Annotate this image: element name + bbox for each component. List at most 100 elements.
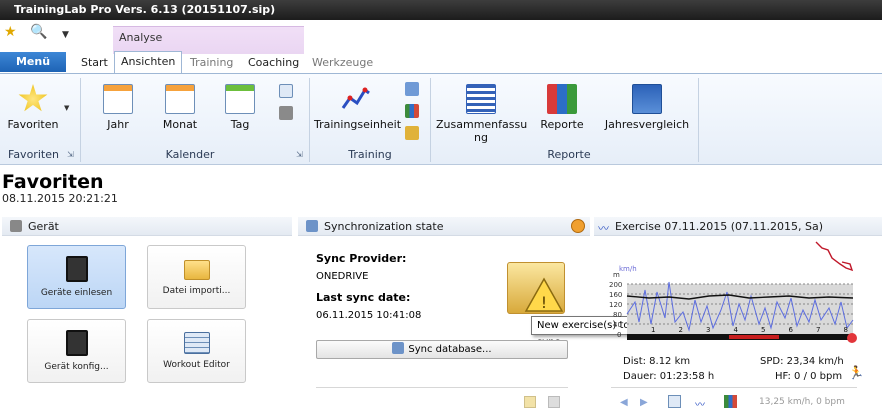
bar-chart-icon[interactable] xyxy=(724,395,737,408)
sync-database-button[interactable]: Sync database... xyxy=(316,340,568,359)
warning-sync-icon[interactable]: ! xyxy=(507,262,565,314)
workout-editor-tile[interactable]: Workout Editor xyxy=(147,319,246,383)
geraet-konfig-tile[interactable]: Gerät konfig... xyxy=(27,319,126,383)
datei-importieren-tile[interactable]: Datei importi... xyxy=(147,245,246,309)
last-sync-label: Last sync date: xyxy=(316,291,411,304)
tab-werkzeuge[interactable]: Werkzeuge xyxy=(306,53,379,73)
jahresvergleich-button[interactable]: Jahresvergleich xyxy=(604,84,690,131)
favoriten-label: Favoriten xyxy=(7,118,59,131)
tag-label: Tag xyxy=(230,118,250,131)
arrow-right-icon[interactable]: ▶ xyxy=(640,397,648,408)
list-chart-icon[interactable] xyxy=(405,82,419,96)
edit-icon[interactable] xyxy=(524,396,536,408)
clock-icon[interactable] xyxy=(571,219,585,233)
context-tab-label: Analyse xyxy=(119,31,163,44)
jahr-button[interactable]: Jahr xyxy=(98,84,138,131)
star-icon xyxy=(18,84,48,112)
zusammenfassung-button[interactable]: Zusammenfassu ng xyxy=(436,84,528,144)
dialog-launcher-icon[interactable]: ⇲ xyxy=(296,150,303,159)
chart-label-m: m xyxy=(613,271,620,279)
folder-icon xyxy=(183,260,210,280)
notes-icon[interactable] xyxy=(279,106,293,120)
list-view-icon[interactable] xyxy=(279,84,293,98)
tab-ansichten[interactable]: Ansichten xyxy=(114,51,183,74)
device-config-icon xyxy=(65,330,88,356)
geraet-header-label: Gerät xyxy=(28,220,59,233)
group-separator xyxy=(80,78,81,162)
sync-icon xyxy=(392,342,405,354)
tab-coaching[interactable]: Coaching xyxy=(242,53,305,73)
divider xyxy=(316,387,568,388)
workout-editor-label: Workout Editor xyxy=(163,360,230,370)
chevron-down-icon[interactable]: ▼ xyxy=(62,28,69,42)
chart-label-kmh: km/h xyxy=(619,265,637,273)
chart-tick-0: 0 xyxy=(617,331,621,339)
training-chart-icon xyxy=(341,84,371,114)
chart-tick-160: 160 xyxy=(609,291,622,299)
device-read-icon xyxy=(65,256,88,282)
list-view-icon[interactable] xyxy=(668,395,681,408)
datei-importieren-label: Datei importi... xyxy=(162,286,231,296)
distance-stat: Dist: 8.12 km xyxy=(623,356,691,367)
geraet-panel-header: Gerät xyxy=(2,217,292,236)
group-separator xyxy=(698,78,699,162)
window-title: TrainingLab Pro Vers. 6.13 (20151107.sip… xyxy=(14,3,276,16)
monat-label: Monat xyxy=(162,118,198,131)
exercise-chart-icon: 〰 xyxy=(598,222,609,235)
chart-end-marker xyxy=(847,333,857,343)
favoriten-button[interactable]: Favoriten xyxy=(6,84,60,131)
last-sync-value: 06.11.2015 10:41:08 xyxy=(316,310,422,321)
chart-x-tick-label: 7 xyxy=(816,326,820,334)
chart-x-tick-label: 2 xyxy=(679,326,683,334)
summary-report-icon xyxy=(466,84,496,114)
group-label-reporte: Reporte xyxy=(547,148,591,161)
chevron-down-icon[interactable]: ▼ xyxy=(64,104,69,112)
dialog-launcher-icon[interactable]: ⇲ xyxy=(67,150,74,159)
exercise-header-label: Exercise 07.11.2015 (07.11.2015, Sa) xyxy=(615,220,824,233)
workout-editor-icon xyxy=(183,332,210,354)
copy-icon[interactable] xyxy=(548,396,560,408)
group-separator xyxy=(430,78,431,162)
window-title-bar: TrainingLab Pro Vers. 6.13 (20151107.sip… xyxy=(0,0,882,20)
svg-text:!: ! xyxy=(541,293,547,312)
sync-panel-header: Synchronization state xyxy=(298,217,590,236)
page-date: 08.11.2015 20:21:21 xyxy=(2,192,118,205)
chart-x-tick-label: 3 xyxy=(706,326,710,334)
group-separator xyxy=(309,78,310,162)
sync-icon xyxy=(306,220,318,232)
monat-button[interactable]: Monat xyxy=(158,84,202,131)
chart-x-tick-label: 4 xyxy=(734,326,739,334)
sync-provider-label: Sync Provider: xyxy=(316,252,407,265)
status-readout: 13,25 km/h, 0 bpm xyxy=(759,397,845,407)
zusammenfassung-label-2: ng xyxy=(474,131,488,144)
arrow-left-icon[interactable]: ◀ xyxy=(620,397,628,408)
sync-provider-value: ONEDRIVE xyxy=(316,271,369,282)
chart-tick-80: 80 xyxy=(613,311,622,319)
chart-tick-200: 200 xyxy=(609,281,622,289)
runner-icon: 🏃 xyxy=(848,366,865,381)
search-icon[interactable]: 🔍 xyxy=(30,25,47,39)
chart-x-tick-label: 1 xyxy=(651,326,655,334)
chart-tick-40: 40 xyxy=(613,321,622,329)
geraet-konfig-label: Gerät konfig... xyxy=(44,362,109,372)
tag-button[interactable]: Tag xyxy=(222,84,258,131)
context-tab-group: Analyse xyxy=(113,26,304,54)
bar-chart-icon[interactable] xyxy=(405,104,419,118)
report-chart-icon xyxy=(547,84,577,114)
geraete-einlesen-tile[interactable]: Geräte einlesen xyxy=(27,245,126,309)
trainingseinheit-button[interactable]: Trainingseinheit xyxy=(314,84,401,131)
year-compare-icon xyxy=(632,84,662,114)
jahresvergleich-label: Jahresvergleich xyxy=(604,118,690,131)
divider xyxy=(611,387,857,388)
star-icon[interactable]: ★ xyxy=(4,25,17,39)
group-label-kalender: Kalender xyxy=(165,148,215,161)
tab-start[interactable]: Start xyxy=(75,53,114,73)
chart-x-tick-label: 5 xyxy=(761,326,765,334)
training-chart-icon[interactable]: 〰 xyxy=(695,396,705,411)
exercise-chart[interactable]: km/h m 200 160 120 80 40 0 1 2 3 4 5 6 7 8 xyxy=(609,262,857,346)
reporte-button[interactable]: Reporte xyxy=(536,84,588,131)
tab-training[interactable]: Training xyxy=(184,53,239,73)
menu-button[interactable]: Menü xyxy=(0,52,66,72)
edit-chart-icon[interactable] xyxy=(405,126,419,140)
zusammenfassung-label-1: Zusammenfassu xyxy=(436,118,528,131)
